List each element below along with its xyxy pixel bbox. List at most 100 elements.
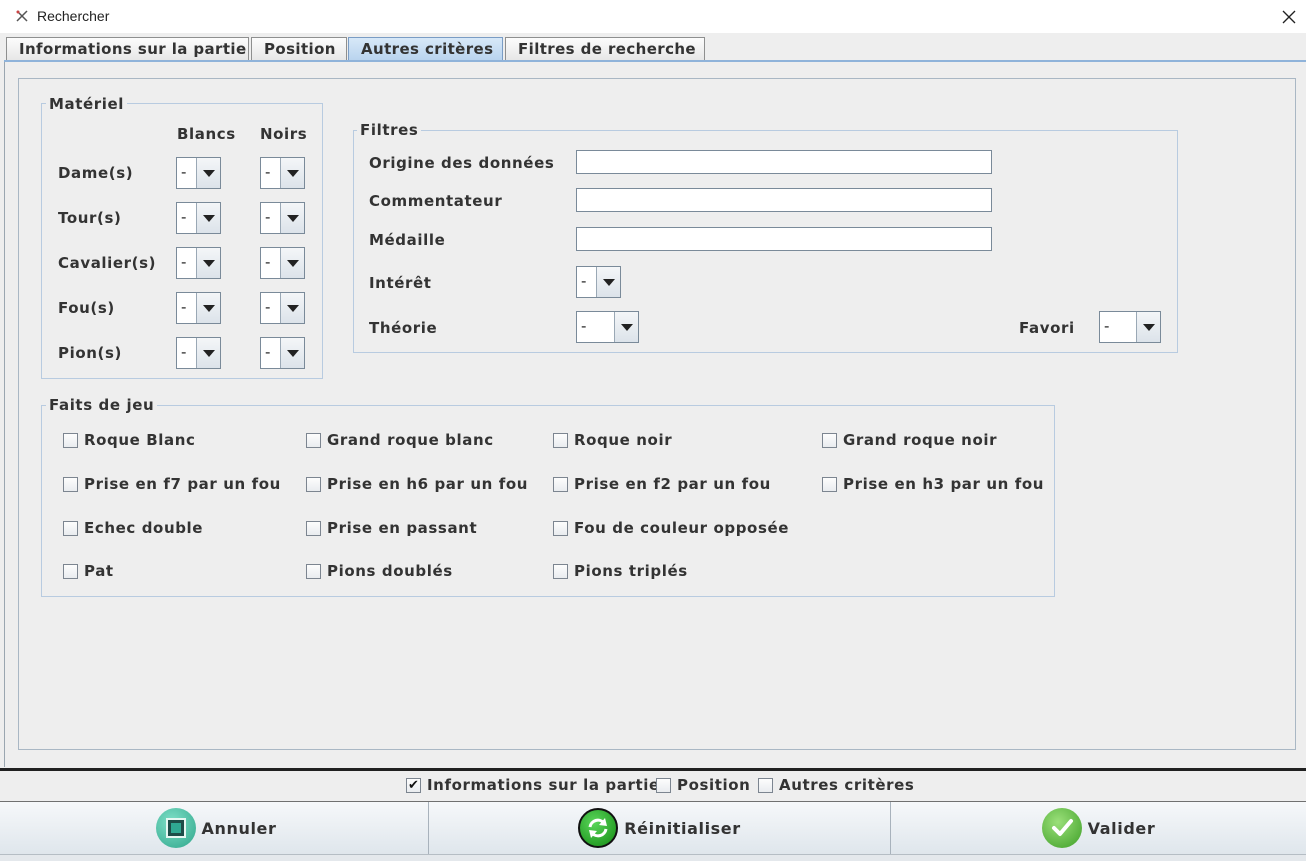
checkbox-label: Roque Blanc (84, 431, 196, 449)
select-value: - (581, 317, 587, 335)
app-icon (16, 10, 28, 22)
checkbox-prise-f7[interactable]: Prise en f7 par un fou (63, 475, 281, 493)
close-icon (1282, 10, 1296, 23)
reset-label: Réinitialiser (624, 818, 741, 838)
select-value: - (265, 163, 271, 181)
dames-black-select[interactable]: - (260, 157, 305, 189)
checkbox-label: Prise en f7 par un fou (84, 475, 281, 493)
select-value: - (265, 298, 271, 316)
select-value: - (181, 163, 187, 181)
chevron-down-icon (1136, 312, 1160, 342)
commentateur-field[interactable] (576, 188, 992, 212)
checkbox-echec-double[interactable]: Echec double (63, 519, 203, 537)
checkbox-box (63, 476, 78, 492)
chevron-down-icon (614, 312, 638, 342)
row-label-fous: Fou(s) (58, 299, 115, 317)
tours-black-select[interactable]: - (260, 202, 305, 234)
checkbox-pions-doubles[interactable]: Pions doublés (306, 562, 453, 580)
ok-button[interactable]: Valider (891, 802, 1306, 854)
checkbox-roque-blanc[interactable]: Roque Blanc (63, 431, 196, 449)
select-value: - (265, 208, 271, 226)
tours-white-select[interactable]: - (176, 202, 221, 234)
checkbox-box (306, 520, 321, 536)
tab-position[interactable]: Position (251, 37, 347, 61)
checkbox-box (822, 432, 837, 448)
select-value: - (181, 208, 187, 226)
tab-label: Autres critères (361, 40, 494, 58)
checkbox-box (306, 563, 321, 579)
checkbox-prise-h6[interactable]: Prise en h6 par un fou (306, 475, 528, 493)
checkbox-grand-roque-noir[interactable]: Grand roque noir (822, 431, 997, 449)
favori-label: Favori (1019, 319, 1075, 337)
tab-filtres-recherche[interactable]: Filtres de recherche (505, 37, 705, 61)
checkbox-roque-noir[interactable]: Roque noir (553, 431, 672, 449)
checkbox-box (63, 520, 78, 536)
status-strip (0, 854, 1306, 861)
chevron-down-icon (280, 203, 304, 233)
checkbox-box (758, 777, 773, 793)
checkbox-label: Autres critères (779, 776, 915, 794)
checkbox-label: Pions triplés (574, 562, 688, 580)
row-label-dames: Dame(s) (58, 164, 134, 182)
checkmark-icon: ✔ (406, 777, 421, 793)
interet-select[interactable]: - (576, 266, 621, 298)
chevron-down-icon (196, 203, 220, 233)
select-value: - (181, 298, 187, 316)
theorie-select[interactable]: - (576, 311, 639, 343)
checkbox-label: Fou de couleur opposée (574, 519, 790, 537)
favori-select[interactable]: - (1099, 311, 1161, 343)
checkbox-box (63, 432, 78, 448)
medaille-field[interactable] (576, 227, 992, 251)
chevron-down-icon (196, 293, 220, 323)
select-value: - (181, 343, 187, 361)
cancel-button[interactable]: Annuler (4, 802, 429, 854)
pions-black-select[interactable]: - (260, 337, 305, 369)
cancel-label: Annuler (201, 818, 277, 838)
checkbox-label: Prise en h3 par un fou (843, 475, 1045, 493)
checkbox-pions-triples[interactable]: Pions triplés (553, 562, 688, 580)
close-button[interactable] (1272, 0, 1306, 33)
tab-informations[interactable]: Informations sur la partie (6, 37, 249, 61)
select-value: - (581, 272, 587, 290)
row-label-cavaliers: Cavalier(s) (58, 254, 157, 272)
cavaliers-white-select[interactable]: - (176, 247, 221, 279)
checkbox-prise-f2[interactable]: Prise en f2 par un fou (553, 475, 771, 493)
chevron-down-icon (196, 158, 220, 188)
chevron-down-icon (280, 248, 304, 278)
checkbox-label: Prise en f2 par un fou (574, 475, 771, 493)
checkbox-prise-en-passant[interactable]: Prise en passant (306, 519, 477, 537)
filtres-legend: Filtres (357, 121, 422, 139)
title-bar: Rechercher (0, 0, 1306, 33)
dames-white-select[interactable]: - (176, 157, 221, 189)
checkbox-box (553, 432, 568, 448)
tab-label: Position (264, 40, 336, 58)
checkbox-box (306, 476, 321, 492)
checkbox-label: Pat (84, 562, 114, 580)
chevron-down-icon (596, 267, 620, 297)
reset-button[interactable]: Réinitialiser (429, 802, 891, 854)
chevron-down-icon (280, 338, 304, 368)
include-position-checkbox[interactable]: Position (656, 776, 750, 794)
select-value: - (1104, 317, 1110, 335)
search-dialog: Rechercher Informations sur la partie Po… (0, 0, 1306, 861)
checkbox-label: Prise en h6 par un fou (327, 475, 529, 493)
chevron-down-icon (280, 293, 304, 323)
checkbox-prise-h3[interactable]: Prise en h3 par un fou (822, 475, 1044, 493)
origine-field[interactable] (576, 150, 992, 174)
pions-white-select[interactable]: - (176, 337, 221, 369)
checkbox-pat[interactable]: Pat (63, 562, 114, 580)
fous-black-select[interactable]: - (260, 292, 305, 324)
checkbox-box (553, 476, 568, 492)
cavaliers-black-select[interactable]: - (260, 247, 305, 279)
materiel-legend: Matériel (46, 95, 128, 113)
checkbox-fou-couleur-opposee[interactable]: Fou de couleur opposée (553, 519, 789, 537)
include-autres-checkbox[interactable]: Autres critères (758, 776, 914, 794)
tab-underline (4, 60, 1306, 62)
ok-label: Valider (1087, 818, 1156, 838)
refresh-icon (578, 808, 619, 848)
include-informations-checkbox[interactable]: ✔ Informations sur la partie (406, 776, 660, 794)
tab-autres-criteres[interactable]: Autres critères (348, 37, 503, 61)
stop-icon (155, 808, 196, 848)
fous-white-select[interactable]: - (176, 292, 221, 324)
checkbox-grand-roque-blanc[interactable]: Grand roque blanc (306, 431, 494, 449)
